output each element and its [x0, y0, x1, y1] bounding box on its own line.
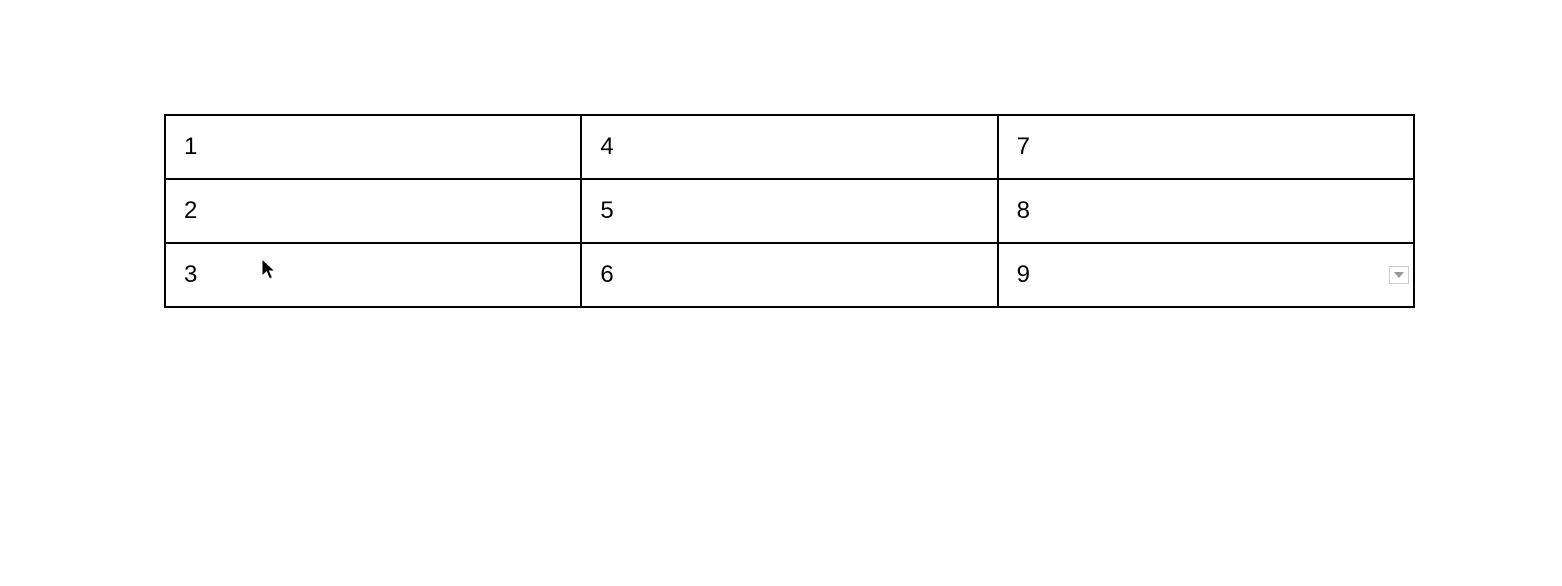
- chevron-down-icon: [1394, 272, 1404, 278]
- data-table[interactable]: 1 4 7 2 5 8 3 6 9: [164, 114, 1415, 308]
- table-cell[interactable]: 6: [581, 243, 997, 307]
- data-table-container: 1 4 7 2 5 8 3 6 9: [164, 114, 1415, 308]
- cell-value: 2: [184, 197, 197, 224]
- cell-value: 1: [184, 133, 197, 160]
- cell-value: 6: [600, 261, 613, 288]
- table-cell[interactable]: 1: [165, 115, 581, 179]
- cell-value: 4: [600, 133, 613, 160]
- table-cell[interactable]: 9: [998, 243, 1414, 307]
- cell-value: 5: [600, 197, 613, 224]
- table-cell[interactable]: 7: [998, 115, 1414, 179]
- table-cell[interactable]: 3: [165, 243, 581, 307]
- cell-value: 9: [1017, 261, 1030, 288]
- table-row[interactable]: 1 4 7: [165, 115, 1414, 179]
- table-row[interactable]: 2 5 8: [165, 179, 1414, 243]
- table-row[interactable]: 3 6 9: [165, 243, 1414, 307]
- cell-value: 8: [1017, 197, 1030, 224]
- table-cell[interactable]: 4: [581, 115, 997, 179]
- table-cell[interactable]: 8: [998, 179, 1414, 243]
- cell-value: 7: [1017, 133, 1030, 160]
- table-cell[interactable]: 5: [581, 179, 997, 243]
- table-cell[interactable]: 2: [165, 179, 581, 243]
- cell-value: 3: [184, 261, 197, 288]
- table-options-dropdown[interactable]: [1389, 266, 1409, 284]
